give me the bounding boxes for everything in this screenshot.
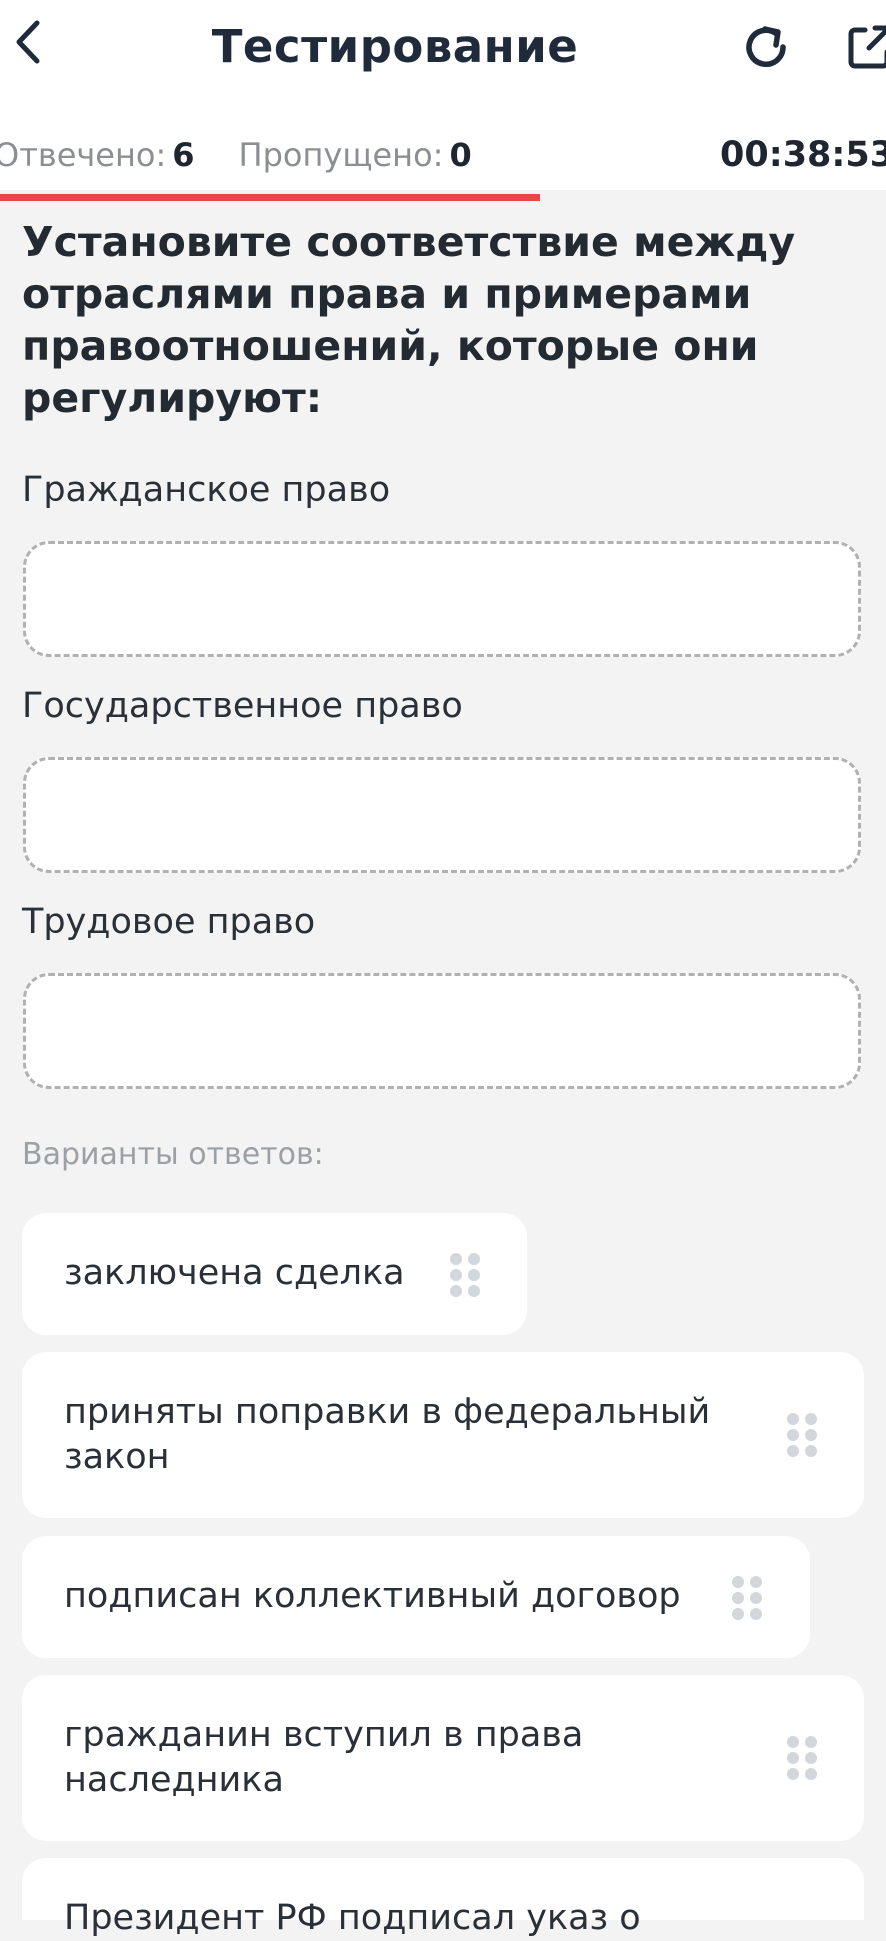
answer-text: приняты поправки в федеральный закон bbox=[64, 1392, 711, 1477]
answer-card[interactable]: приняты поправки в федеральный закон bbox=[22, 1352, 864, 1518]
drag-handle-icon[interactable] bbox=[450, 1253, 480, 1297]
share-button[interactable] bbox=[840, 17, 886, 77]
drag-handle-icon[interactable] bbox=[787, 1736, 817, 1780]
drag-handle-icon[interactable] bbox=[732, 1576, 762, 1620]
answer-card[interactable]: Президент РФ подписал указ о bbox=[22, 1858, 864, 1938]
drop-zone-labor[interactable] bbox=[23, 973, 861, 1089]
drop-zone-civil[interactable] bbox=[23, 541, 861, 657]
refresh-button[interactable] bbox=[736, 17, 796, 77]
skipped-count: 0 bbox=[449, 136, 472, 174]
answer-text: гражданин вступил в права наследника bbox=[64, 1715, 584, 1800]
drop-zone-state[interactable] bbox=[23, 757, 861, 873]
answer-text: заключена сделка bbox=[64, 1253, 405, 1293]
timer: 00:38:53 bbox=[720, 135, 886, 175]
external-link-icon bbox=[848, 25, 886, 69]
stats-bar: Отвечено: 6 Пропущено: 0 bbox=[0, 130, 472, 180]
answers-label: Варианты ответов: bbox=[22, 1137, 324, 1172]
slot-label-state: Государственное право bbox=[22, 686, 463, 726]
refresh-icon bbox=[746, 26, 786, 67]
answer-card[interactable]: подписан коллективный договор bbox=[22, 1536, 810, 1658]
answer-text: подписан коллективный договор bbox=[64, 1576, 681, 1616]
slot-label-labor: Трудовое право bbox=[22, 902, 316, 942]
answer-text: Президент РФ подписал указ о bbox=[64, 1898, 641, 1938]
question-text: Установите соответствие между отраслями … bbox=[22, 218, 796, 422]
drag-handle-icon[interactable] bbox=[787, 1413, 817, 1457]
answer-card[interactable]: гражданин вступил в права наследника bbox=[22, 1675, 864, 1841]
slot-label-civil: Гражданское право bbox=[22, 470, 391, 510]
app-header: Тестирование Отвечено: 6 Пропущено: 0 00:38… bbox=[0, 0, 886, 190]
skipped-label: Пропущено: bbox=[238, 136, 444, 174]
page-title: Тестирование bbox=[211, 20, 579, 73]
answered-label: Отвечено: bbox=[0, 136, 167, 174]
progress-bar bbox=[0, 194, 540, 201]
answer-card[interactable]: заключена сделка bbox=[22, 1213, 527, 1335]
answered-count: 6 bbox=[172, 136, 195, 174]
